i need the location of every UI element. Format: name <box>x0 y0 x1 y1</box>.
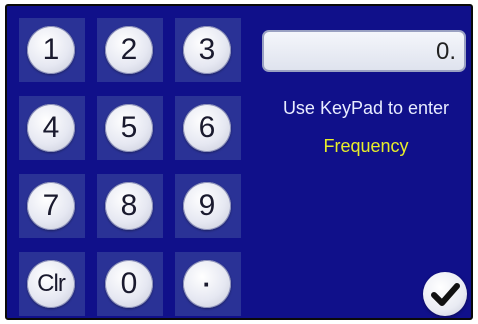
key-0[interactable]: 0 <box>97 252 163 316</box>
value-display: 0. <box>262 30 466 72</box>
key-clear[interactable]: Clr <box>19 252 85 316</box>
key-0-label: 0 <box>105 260 153 308</box>
instruction-text: Use KeyPad to enter <box>282 98 450 118</box>
key-7-label: 7 <box>27 182 75 230</box>
key-8[interactable]: 8 <box>97 174 163 238</box>
key-3[interactable]: 3 <box>175 18 241 82</box>
key-decimal-label: · <box>183 260 231 308</box>
field-name-label: Frequency <box>323 136 409 156</box>
key-decimal[interactable]: · <box>175 252 241 316</box>
key-1-label: 1 <box>27 26 75 74</box>
key-4[interactable]: 4 <box>19 96 85 160</box>
key-2[interactable]: 2 <box>97 18 163 82</box>
enter-button[interactable] <box>423 272 467 316</box>
key-5-label: 5 <box>105 104 153 152</box>
key-6-label: 6 <box>183 104 231 152</box>
key-5[interactable]: 5 <box>97 96 163 160</box>
key-2-label: 2 <box>105 26 153 74</box>
key-9[interactable]: 9 <box>175 174 241 238</box>
checkmark-icon <box>431 283 460 306</box>
key-9-label: 9 <box>183 182 231 230</box>
keypad-screen: 1 2 3 4 5 6 7 8 9 Clr 0 · 0. Use KeyPad … <box>5 4 473 320</box>
numeric-keypad: 1 2 3 4 5 6 7 8 9 Clr 0 · <box>19 18 241 318</box>
key-6[interactable]: 6 <box>175 96 241 160</box>
key-clear-label: Clr <box>27 260 75 308</box>
key-1[interactable]: 1 <box>19 18 85 82</box>
key-3-label: 3 <box>183 26 231 74</box>
key-7[interactable]: 7 <box>19 174 85 238</box>
key-4-label: 4 <box>27 104 75 152</box>
key-8-label: 8 <box>105 182 153 230</box>
